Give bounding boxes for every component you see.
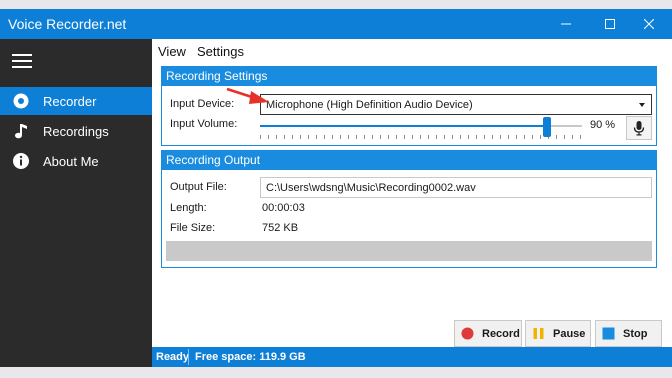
stop-icon — [602, 327, 615, 340]
minimize-button[interactable] — [543, 9, 589, 39]
pause-icon — [533, 328, 544, 339]
title-bar[interactable]: Voice Recorder.net — [0, 9, 672, 39]
app-title: Voice Recorder.net — [8, 16, 127, 32]
chevron-down-icon — [639, 103, 645, 107]
slider-thumb[interactable] — [542, 117, 551, 137]
status-free-space: Free space: 119.9 GB — [195, 351, 306, 363]
record-icon — [461, 327, 474, 340]
input-device-label: Input Device: — [170, 98, 235, 110]
sidebar: Recorder Recordings About Me — [0, 39, 152, 367]
panel-title: Recording Settings — [162, 67, 656, 86]
stop-button-label: Stop — [623, 327, 648, 340]
main-content: View Settings Recording Settings Input D… — [152, 39, 672, 367]
sidebar-item-about-me[interactable]: About Me — [0, 147, 152, 175]
sidebar-item-recorder[interactable]: Recorder — [0, 87, 152, 115]
sidebar-item-label: About Me — [43, 154, 99, 169]
record-button-label: Record — [482, 327, 520, 340]
length-label: Length: — [170, 202, 207, 214]
input-volume-slider[interactable] — [260, 117, 582, 139]
status-bar: Ready Free space: 119.9 GB — [152, 347, 672, 367]
output-file-value: C:\Users\wdsng\Music\Recording0002.wav — [266, 182, 476, 194]
slider-ticks — [260, 135, 582, 139]
output-file-label: Output File: — [170, 181, 227, 193]
file-size-value: 752 KB — [262, 222, 299, 234]
maximize-icon — [605, 19, 615, 29]
input-device-select[interactable]: Microphone (High Definition Audio Device… — [260, 94, 652, 115]
pause-button[interactable]: Pause — [525, 320, 591, 347]
menu-bar: View Settings — [152, 39, 672, 63]
volume-percent: 90 % — [590, 119, 616, 131]
music-note-icon — [12, 122, 30, 140]
panel-title: Recording Output — [162, 151, 656, 170]
input-volume-label: Input Volume: — [170, 118, 238, 130]
menu-settings[interactable]: Settings — [197, 44, 244, 59]
pause-button-label: Pause — [553, 327, 586, 340]
length-value: 00:00:03 — [262, 202, 305, 214]
record-dot-icon — [12, 92, 30, 110]
app-window: Voice Recorder.net Recorder Recordings A… — [0, 9, 672, 367]
info-icon — [12, 152, 30, 170]
menu-view[interactable]: View — [158, 44, 186, 59]
hamburger-icon — [12, 54, 32, 68]
recording-output-panel: Recording Output Output File: C:\Users\w… — [161, 150, 657, 268]
stop-button[interactable]: Stop — [595, 320, 662, 347]
sidebar-item-label: Recordings — [43, 124, 109, 139]
close-button[interactable] — [626, 9, 672, 39]
microphone-icon — [633, 121, 645, 136]
sidebar-item-recordings[interactable]: Recordings — [0, 117, 152, 145]
input-device-value: Microphone (High Definition Audio Device… — [266, 99, 473, 111]
close-icon — [644, 19, 654, 29]
file-size-label: File Size: — [170, 222, 216, 234]
output-file-field[interactable]: C:\Users\wdsng\Music\Recording0002.wav — [260, 177, 652, 198]
recording-progress-bar — [166, 241, 652, 261]
hamburger-button[interactable] — [12, 51, 34, 71]
status-ready: Ready — [156, 351, 190, 363]
minimize-icon — [561, 23, 571, 25]
microphone-button[interactable] — [626, 116, 652, 140]
status-separator — [188, 349, 189, 365]
record-button[interactable]: Record — [454, 320, 522, 347]
recording-settings-panel: Recording Settings Input Device: Microph… — [161, 66, 657, 146]
sidebar-item-label: Recorder — [43, 94, 97, 109]
slider-fill — [260, 125, 547, 127]
